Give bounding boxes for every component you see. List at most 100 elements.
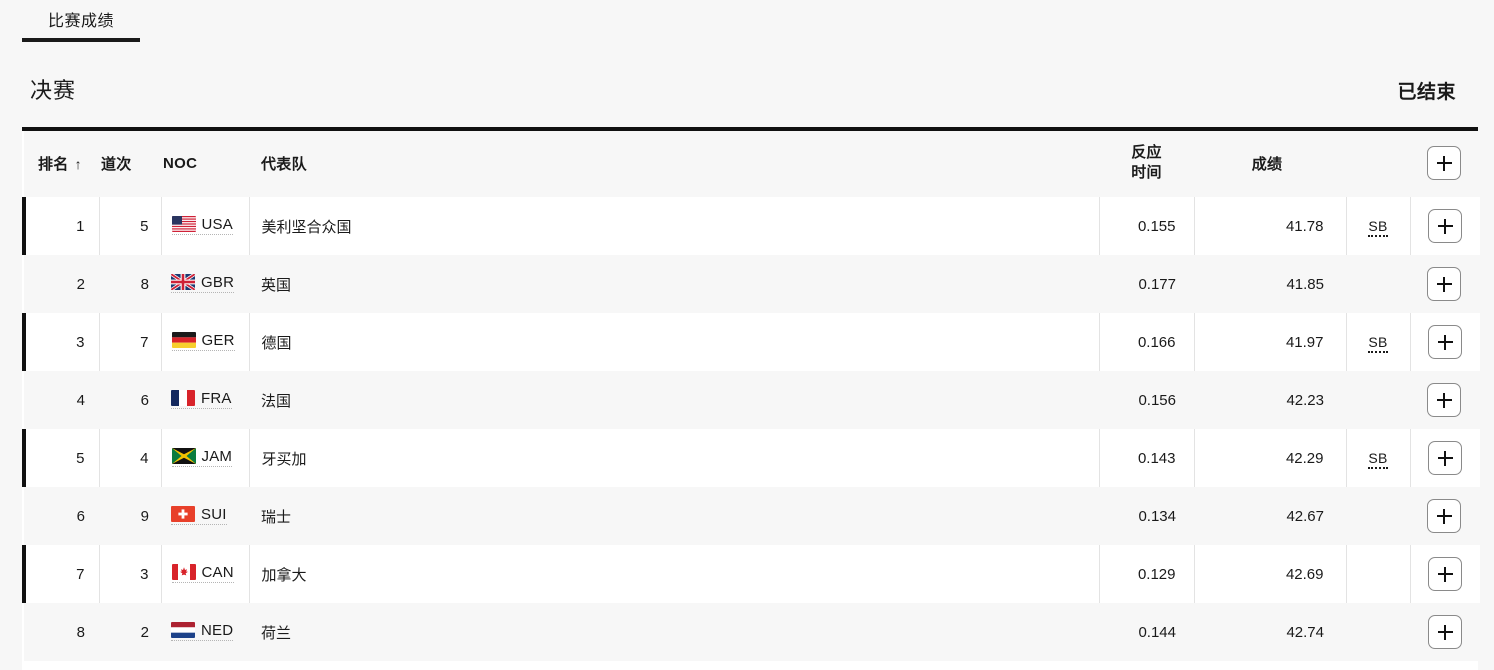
cell-noc[interactable]: CAN — [161, 545, 250, 603]
expand-row-button[interactable] — [1428, 209, 1463, 243]
column-header-reaction-time[interactable]: 反应 时间 — [1099, 131, 1194, 197]
expand-row-button[interactable] — [1427, 499, 1461, 533]
cell-lane: 9 — [140, 507, 149, 525]
cell-mark — [1346, 255, 1410, 313]
flag-jam-icon — [171, 448, 196, 465]
noc-link[interactable]: GBR — [171, 273, 235, 293]
cell-team: 荷兰 — [261, 624, 292, 642]
cell-noc[interactable]: USA — [161, 197, 250, 255]
flag-sui-icon — [171, 506, 195, 523]
cell-team: 美利坚合众国 — [249, 197, 1100, 255]
plus-icon — [1437, 566, 1453, 582]
cell-team: 瑞士 — [261, 508, 292, 526]
season-best-abbr[interactable]: SB — [1368, 333, 1388, 353]
cell-result: 41.85 — [1286, 275, 1324, 293]
expand-row-button[interactable] — [1428, 441, 1463, 475]
expand-row-button[interactable] — [1428, 325, 1463, 359]
column-header-team[interactable]: 代表队 — [249, 131, 1099, 197]
cell-reaction-time: 0.129 — [1099, 545, 1195, 603]
table-body: 1 5 USA 美利坚合众国 0.155 41.78 SB 2 8 GBR 英国 0.177 41.85… — [22, 197, 1480, 661]
flag-ned-icon — [171, 622, 195, 639]
cell-team: 加拿大 — [249, 545, 1100, 603]
cell-noc[interactable]: SUI — [161, 487, 249, 545]
table-row[interactable]: 4 6 FRA 法国 0.156 42.23 — [24, 371, 1480, 429]
cell-lane: 4 — [99, 429, 162, 487]
noc-code: USA — [201, 215, 233, 233]
cell-mark: SB — [1346, 197, 1411, 255]
plus-icon — [1436, 155, 1452, 171]
noc-link[interactable]: NED — [171, 621, 234, 641]
noc-link[interactable]: GER — [171, 332, 235, 351]
cell-add — [1410, 429, 1480, 487]
cell-add — [1410, 603, 1480, 661]
cell-mark — [1346, 603, 1410, 661]
cell-noc[interactable]: GER — [161, 313, 250, 371]
plus-icon — [1436, 508, 1452, 524]
column-header-add — [1410, 131, 1480, 197]
noc-code: FRA — [201, 389, 232, 407]
cell-team: 牙买加 — [249, 429, 1100, 487]
table-row[interactable]: 1 5 USA 美利坚合众国 0.155 41.78 SB — [22, 197, 1480, 255]
cell-rank: 7 — [22, 545, 100, 603]
table-row[interactable]: 6 9 SUI 瑞士 0.134 42.67 — [24, 487, 1480, 545]
cell-lane: 5 — [99, 197, 162, 255]
noc-code: NED — [201, 621, 234, 639]
flag-usa-icon — [171, 216, 196, 233]
cell-add — [1410, 255, 1480, 313]
cell-team: 英国 — [261, 276, 292, 294]
cell-reaction-time: 0.134 — [1138, 507, 1176, 525]
expand-row-button[interactable] — [1428, 557, 1463, 591]
season-best-abbr[interactable]: SB — [1368, 217, 1388, 237]
cell-reaction-time: 0.156 — [1138, 391, 1176, 409]
tab-label: 比赛成绩 — [47, 13, 114, 30]
noc-code: CAN — [201, 563, 234, 581]
column-header-lane[interactable]: 道次 — [99, 131, 161, 197]
cell-result: 42.67 — [1286, 507, 1324, 525]
plus-icon — [1437, 624, 1453, 640]
expand-row-button[interactable] — [1427, 267, 1461, 301]
cell-add — [1410, 197, 1480, 255]
column-header-noc[interactable]: NOC — [161, 131, 249, 197]
table-row[interactable]: 8 2 NED 荷兰 0.144 42.74 — [24, 603, 1480, 661]
table-row[interactable]: 7 3 CAN 加拿大 0.129 42.69 — [22, 545, 1480, 603]
tab-competition-results[interactable]: 比赛成绩 — [22, 0, 140, 49]
noc-link[interactable]: FRA — [171, 390, 232, 409]
table-row[interactable]: 5 4 JAM 牙买加 0.143 42.29 SB — [22, 429, 1480, 487]
cell-mark — [1346, 545, 1411, 603]
cell-result: 42.74 — [1286, 623, 1324, 641]
cell-noc[interactable]: JAM — [161, 429, 250, 487]
expand-row-button[interactable] — [1428, 615, 1462, 649]
cell-noc[interactable]: NED — [161, 603, 249, 661]
plus-icon — [1436, 276, 1452, 292]
cell-noc[interactable]: FRA — [161, 371, 249, 429]
reaction-time-line-1: 反应 — [1131, 143, 1162, 161]
table-row[interactable]: 2 8 GBR 英国 0.177 41.85 — [24, 255, 1480, 313]
results-table-container: 排名 ↑ 道次 NOC 代表队 反应 时间 成绩 1 5 USA 美利坚合众国 … — [22, 127, 1480, 661]
section-header: 决赛 已结束 — [0, 49, 1494, 127]
expand-row-button[interactable] — [1427, 383, 1461, 417]
column-header-result[interactable]: 成绩 — [1194, 131, 1346, 197]
flag-gbr-icon — [171, 274, 195, 291]
noc-link[interactable]: SUI — [171, 506, 227, 525]
cell-result: 41.97 — [1194, 313, 1347, 371]
column-header-rank[interactable]: 排名 ↑ — [24, 131, 99, 197]
cell-team: 法国 — [261, 392, 292, 410]
sort-ascending-icon[interactable]: ↑ — [75, 156, 82, 172]
noc-link[interactable]: JAM — [171, 448, 233, 467]
cell-add — [1410, 487, 1480, 545]
expand-all-button[interactable] — [1427, 146, 1461, 180]
cell-reaction-time: 0.143 — [1099, 429, 1195, 487]
table-row[interactable]: 3 7 GER 德国 0.166 41.97 SB — [22, 313, 1480, 371]
cell-lane: 8 — [140, 275, 149, 293]
noc-link[interactable]: CAN — [171, 563, 234, 583]
cell-result: 42.69 — [1194, 545, 1347, 603]
cell-mark — [1346, 487, 1410, 545]
cell-add — [1410, 313, 1480, 371]
table-header-row: 排名 ↑ 道次 NOC 代表队 反应 时间 成绩 — [24, 131, 1480, 197]
plus-icon — [1437, 334, 1453, 350]
noc-link[interactable]: USA — [171, 215, 233, 235]
noc-code: GBR — [201, 273, 235, 291]
cell-reaction-time: 0.144 — [1138, 623, 1176, 641]
cell-noc[interactable]: GBR — [161, 255, 249, 313]
season-best-abbr[interactable]: SB — [1368, 449, 1388, 469]
